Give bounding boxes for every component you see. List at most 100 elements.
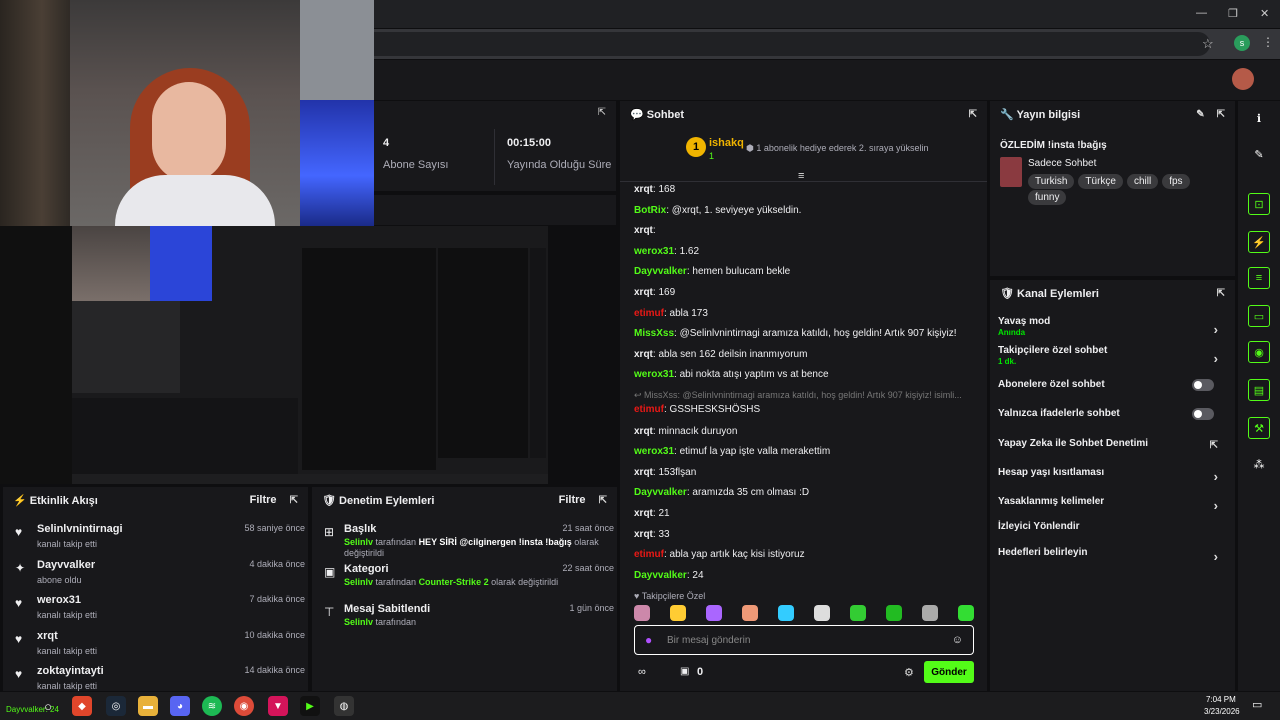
category-name[interactable]: Sadece Sohbet	[1028, 158, 1096, 169]
chat-username[interactable]: werox31	[634, 369, 674, 380]
stream-tag[interactable]: chill	[1126, 174, 1159, 189]
chrome-icon[interactable]: ◉	[234, 696, 254, 716]
channel-action-row[interactable]: Abonelere özel sohbet	[998, 379, 1222, 403]
chat-username[interactable]: etimuf	[634, 549, 664, 560]
emote-icon[interactable]	[850, 605, 866, 621]
layout-icon[interactable]: ▤	[1248, 379, 1270, 401]
filter-button[interactable]: Filtre	[250, 494, 277, 506]
lightning-icon[interactable]: ⚡	[1248, 231, 1270, 253]
popout-icon[interactable]: ⇱	[1217, 109, 1225, 120]
folder-icon[interactable]: ▬	[138, 696, 158, 716]
event-username[interactable]: werox31	[37, 594, 81, 606]
chat-username[interactable]: xrqt	[634, 467, 653, 478]
popout-icon[interactable]: ⇱	[290, 495, 298, 506]
spotify-icon[interactable]: ≋	[202, 696, 222, 716]
chat-username[interactable]: etimuf	[634, 308, 664, 319]
channel-action-row[interactable]: Yavaş mod Anında ›	[998, 316, 1222, 340]
chat-input[interactable]: ● Bir mesaj gönderin ☺	[634, 625, 974, 655]
emote-icon[interactable]	[670, 605, 686, 621]
chat-username[interactable]: xrqt	[634, 529, 653, 540]
top-gifter-name[interactable]: ishakq	[709, 137, 744, 149]
notification-icon[interactable]: ▭	[1252, 698, 1262, 711]
chat-username[interactable]: werox31	[634, 446, 674, 457]
settings-gear-icon[interactable]: ⚙	[904, 666, 914, 679]
pencil-icon[interactable]: ✎	[1248, 143, 1270, 165]
emote-icon[interactable]	[742, 605, 758, 621]
emote-icon[interactable]	[634, 605, 650, 621]
moderator-name[interactable]: Selinlv	[344, 577, 373, 587]
moderator-name[interactable]: Selinlv	[344, 537, 373, 547]
chat-username[interactable]: Dayvvalker	[634, 570, 687, 581]
scan-icon[interactable]: ⊡	[1248, 193, 1270, 215]
chevron-right-icon[interactable]: ›	[1214, 549, 1218, 564]
search-icon[interactable]: ○	[38, 696, 58, 716]
kick-icon[interactable]: ▶	[300, 696, 320, 716]
channel-action-row[interactable]: İzleyici Yönlendir	[998, 521, 1222, 545]
close-window-button[interactable]: ✕	[1260, 7, 1269, 20]
external-link-icon[interactable]: ⇱	[1210, 440, 1218, 451]
list-icon[interactable]: ≡	[1248, 267, 1270, 289]
chat-username[interactable]: xrqt	[634, 225, 653, 236]
obs-icon[interactable]: ◍	[334, 696, 354, 716]
chat-username[interactable]: xrqt	[634, 508, 653, 519]
channel-action-row[interactable]: Hesap yaşı kısıtlaması ›	[998, 467, 1222, 491]
send-button[interactable]: Gönder	[924, 661, 974, 683]
brave-icon[interactable]: ◆	[72, 696, 92, 716]
minimize-button[interactable]: —	[1196, 7, 1207, 19]
chat-username[interactable]: xrqt	[634, 426, 653, 437]
chevron-right-icon[interactable]: ›	[1214, 351, 1218, 366]
popout-icon[interactable]: ⇱	[599, 495, 607, 506]
event-username[interactable]: zoktayintayti	[37, 665, 104, 677]
maximize-button[interactable]: ❐	[1228, 7, 1238, 20]
channel-action-row[interactable]: Hedefleri belirleyin ›	[998, 547, 1222, 571]
discord-icon[interactable]: ◕	[170, 696, 190, 716]
moderator-name[interactable]: Selinlv	[344, 617, 373, 627]
chevron-right-icon[interactable]: ›	[1214, 498, 1218, 513]
event-username[interactable]: xrqt	[37, 630, 58, 642]
mic-icon[interactable]: ●	[645, 633, 652, 647]
chat-username[interactable]: xrqt	[634, 184, 653, 195]
edit-icon[interactable]: ✎	[1196, 109, 1204, 120]
chat-username[interactable]: xrqt	[634, 287, 653, 298]
broadcast-icon[interactable]: ◉	[1248, 341, 1270, 363]
profile-avatar[interactable]: s	[1234, 35, 1250, 51]
channel-action-row[interactable]: Yapay Zeka ile Sohbet Denetimi ⇱	[998, 438, 1222, 462]
channel-action-row[interactable]: Yalnızca ifadelerle sohbet	[998, 408, 1222, 432]
popout-icon[interactable]: ⇱	[969, 109, 977, 120]
browser-menu-icon[interactable]: ⋮	[1262, 35, 1274, 49]
chat-username[interactable]: BotRix	[634, 205, 666, 216]
chat-username[interactable]: werox31	[634, 246, 674, 257]
channel-action-row[interactable]: Takipçilere özel sohbet 1 dk. ›	[998, 345, 1222, 369]
popout-icon[interactable]: ⇱	[1217, 288, 1225, 299]
chevron-right-icon[interactable]: ›	[1214, 469, 1218, 484]
chat-username[interactable]: Dayvvalker	[634, 487, 687, 498]
wrench-icon[interactable]: ⚒	[1248, 417, 1270, 439]
gift-icon[interactable]: ▣	[680, 666, 689, 677]
steam-icon[interactable]: ◎	[106, 696, 126, 716]
emote-icon[interactable]	[958, 605, 974, 621]
chat-username[interactable]: etimuf	[634, 404, 664, 415]
stream-tag[interactable]: Türkçe	[1078, 174, 1123, 189]
filter-button[interactable]: Filtre	[559, 494, 586, 506]
app-icon[interactable]: ▼	[268, 696, 288, 716]
stream-tag[interactable]: fps	[1162, 174, 1190, 189]
address-bar[interactable]	[374, 32, 1210, 56]
event-username[interactable]: Selinlvnintirnagi	[37, 523, 123, 535]
info-icon[interactable]: ℹ	[1248, 107, 1270, 129]
toggle-switch[interactable]	[1192, 379, 1214, 391]
event-username[interactable]: Dayvvalker	[37, 559, 95, 571]
emote-icon[interactable]	[778, 605, 794, 621]
chat-username[interactable]: Dayvvalker	[634, 266, 687, 277]
chevron-right-icon[interactable]: ›	[1214, 322, 1218, 337]
chat-icon[interactable]: ▭	[1248, 305, 1270, 327]
user-avatar[interactable]	[1232, 68, 1254, 90]
chat-username[interactable]: MissXss	[634, 328, 674, 339]
emote-icon[interactable]	[706, 605, 722, 621]
channel-action-row[interactable]: Yasaklanmış kelimeler ›	[998, 496, 1222, 520]
stream-tag[interactable]: Turkish	[1028, 174, 1075, 189]
emote-icon[interactable]	[922, 605, 938, 621]
apps-icon[interactable]: ⁂	[1248, 453, 1270, 475]
emoji-icon[interactable]: ☺	[952, 634, 963, 646]
stream-tag[interactable]: funny	[1028, 190, 1067, 205]
chat-username[interactable]: xrqt	[634, 349, 653, 360]
